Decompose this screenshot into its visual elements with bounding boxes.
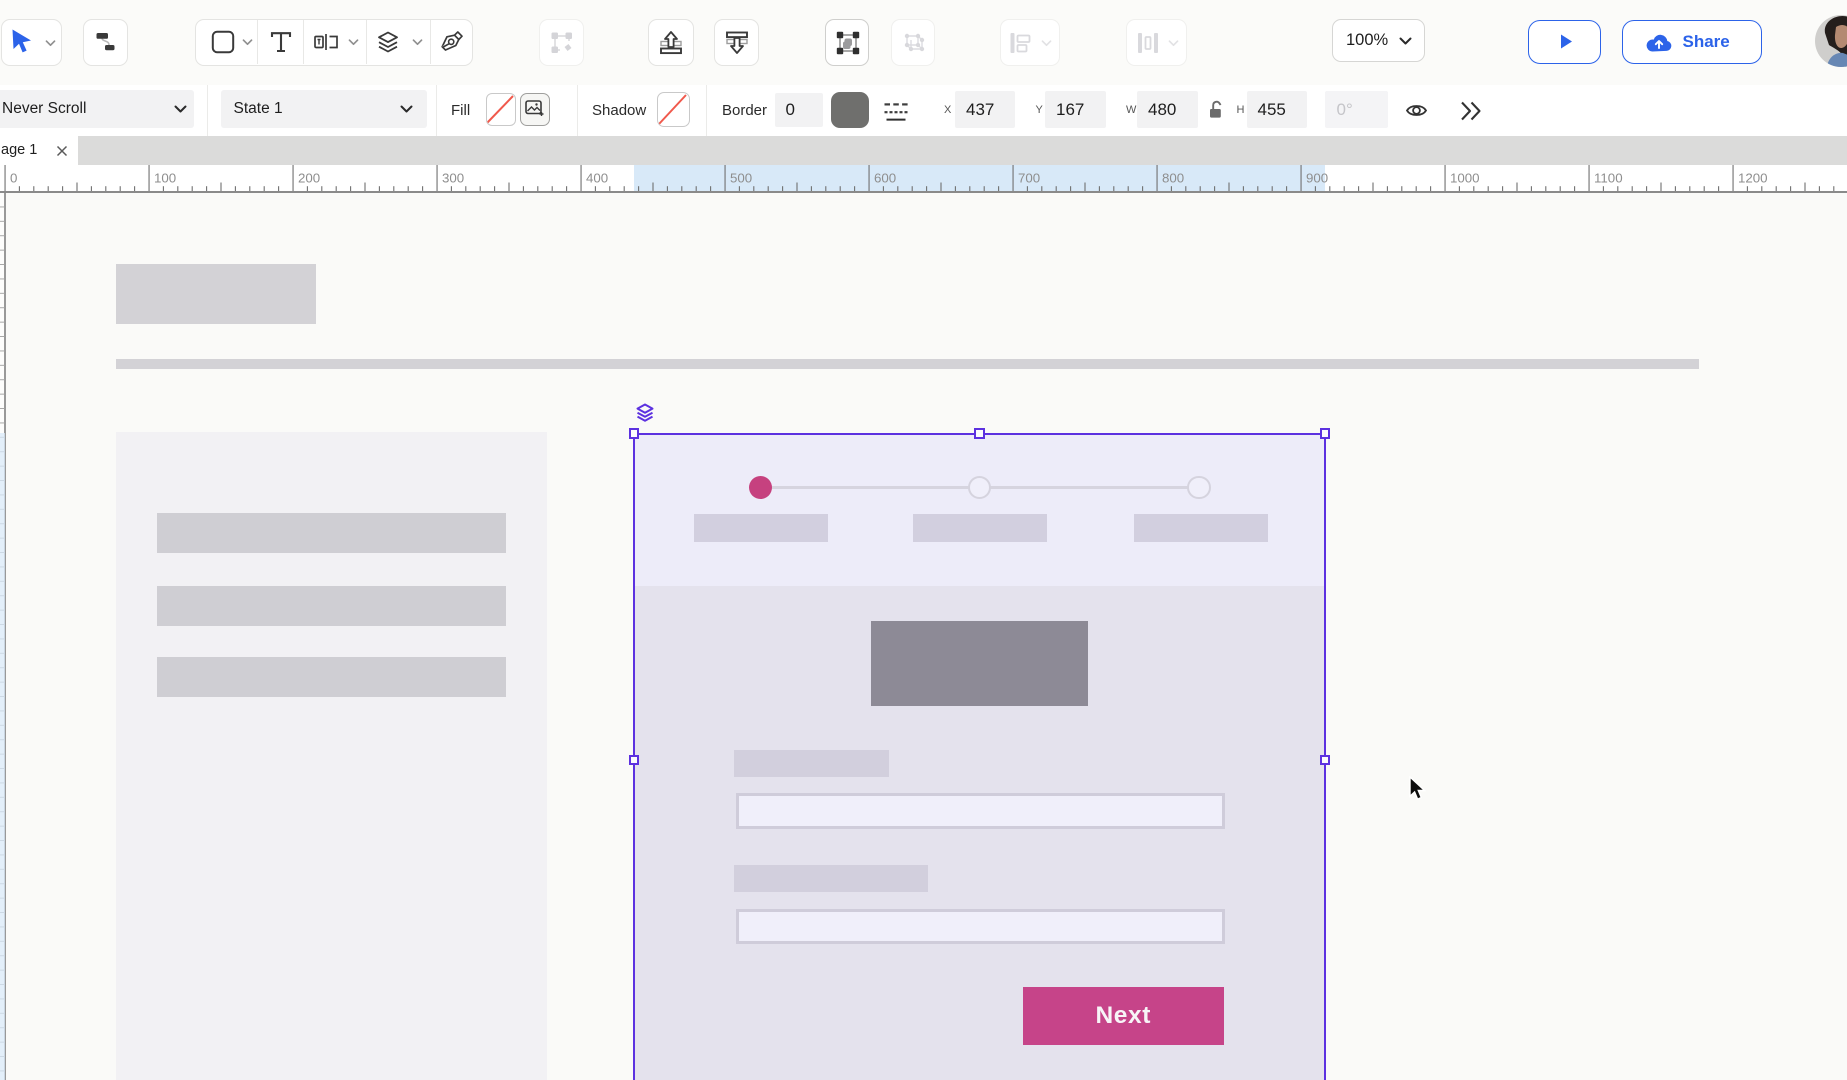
svg-text:400: 400	[586, 171, 608, 186]
svg-text:600: 600	[874, 171, 896, 186]
svg-text:1000: 1000	[1450, 171, 1480, 186]
svg-text:1100: 1100	[1594, 171, 1623, 186]
svg-text:0: 0	[10, 171, 17, 186]
svg-text:1200: 1200	[1738, 171, 1768, 186]
svg-text:500: 500	[730, 171, 752, 186]
svg-text:800: 800	[1162, 171, 1184, 186]
svg-text:300: 300	[442, 171, 464, 186]
svg-text:200: 200	[298, 171, 320, 186]
svg-text:700: 700	[1018, 171, 1040, 186]
svg-text:100: 100	[154, 171, 176, 186]
svg-text:900: 900	[1306, 171, 1328, 186]
